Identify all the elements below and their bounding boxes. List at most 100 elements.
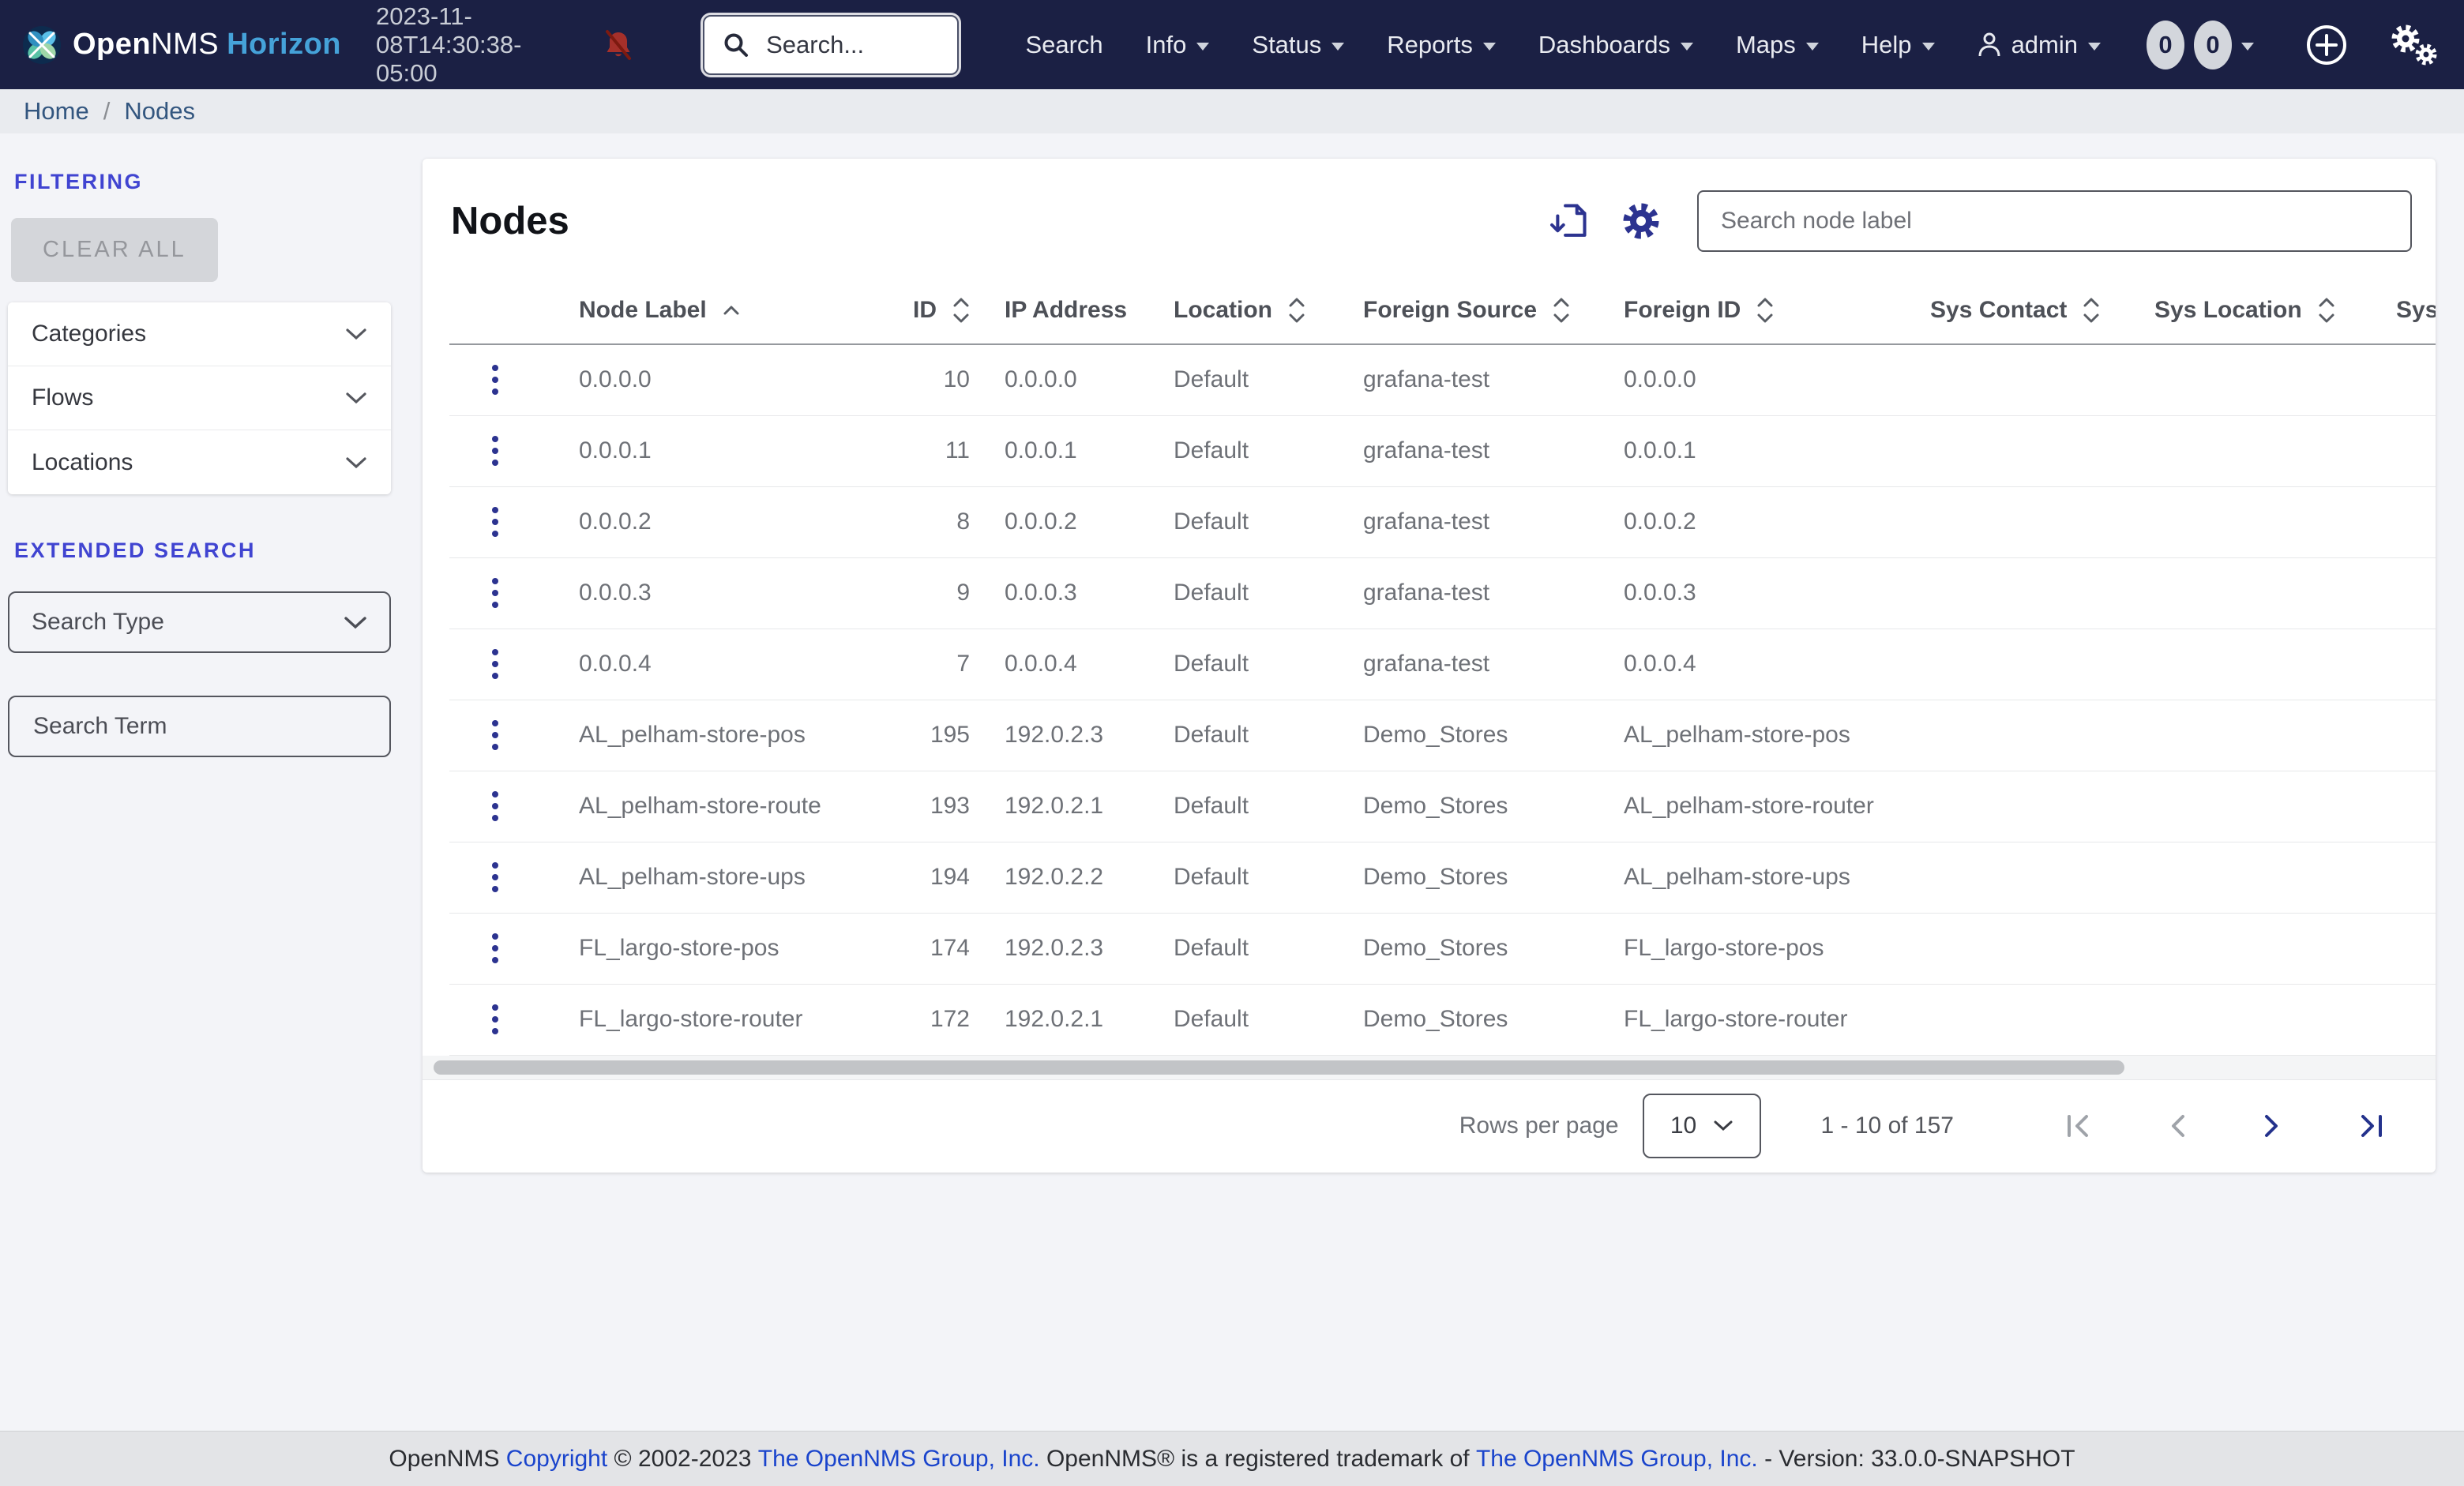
ip-address-link[interactable]: 0.0.0.1 [986,415,1155,487]
admin-gears-icon[interactable] [2383,20,2442,70]
menu-item-reports[interactable]: Reports [1387,31,1496,59]
caret-down-icon [1805,42,1819,51]
menu-item-help[interactable]: Help [1861,31,1935,59]
pagination-bar: Rows per page 10 1 - 10 of 157 [423,1079,2436,1173]
column-header-sys-contact[interactable]: Sys Contact [1911,274,2135,345]
menu-item-status[interactable]: Status [1252,31,1345,59]
column-header-sys-description[interactable]: Sys Description [2377,274,2436,345]
ip-address-link[interactable]: 192.0.2.3 [986,913,1155,985]
column-header-node-label[interactable]: Node Label [560,274,821,345]
download-icon[interactable] [1549,201,1590,242]
accordion-flows[interactable]: Flows [8,366,391,430]
status-badge-0[interactable]: 0 [2147,20,2184,69]
kebab-menu-icon[interactable] [492,436,500,466]
table-settings-gear-icon[interactable] [1620,200,1662,242]
clear-all-button[interactable]: CLEAR ALL [11,218,218,282]
node-id-link[interactable]: 8 [821,486,986,558]
status-badge-1[interactable]: 0 [2194,20,2232,69]
row-actions-cell [449,344,560,416]
search-type-select[interactable]: Search Type [8,591,391,653]
node-label-link[interactable]: FL_largo-store-pos [560,913,821,985]
footer-link[interactable]: Copyright [506,1446,607,1473]
node-label-link[interactable]: 0.0.0.0 [560,344,821,416]
column-header-location[interactable]: Location [1155,274,1344,345]
kebab-menu-icon[interactable] [492,1004,500,1034]
node-id-link[interactable]: 10 [821,344,986,416]
breadcrumb-home[interactable]: Home [24,97,89,126]
menu-item-dashboards[interactable]: Dashboards [1538,31,1693,59]
ip-address-link[interactable]: 0.0.0.0 [986,344,1155,416]
notifications-off-icon[interactable] [602,28,635,62]
node-label-link[interactable]: AL_pelham-store-ups [560,842,821,914]
nodes-card-header: Nodes [423,159,2436,274]
kebab-menu-icon[interactable] [492,933,500,963]
accordion-categories[interactable]: Categories [8,302,391,366]
ip-address-link[interactable]: 0.0.0.4 [986,629,1155,700]
ip-address-link[interactable]: 0.0.0.2 [986,486,1155,558]
sort-icon [953,298,969,323]
column-header-sys-location[interactable]: Sys Location [2135,274,2377,345]
node-label-link[interactable]: AL_pelham-store-router [560,771,821,842]
node-label-link[interactable]: 0.0.0.3 [560,557,821,629]
last-page-button[interactable] [2357,1110,2385,1142]
opennms-logo[interactable]: OpenNMS Horizon [22,25,341,65]
ip-address-link[interactable]: 192.0.2.3 [986,700,1155,771]
kebab-menu-icon[interactable] [492,720,500,750]
column-header-foreign-source[interactable]: Foreign Source [1344,274,1605,345]
node-id-link[interactable]: 7 [821,629,986,700]
global-search-input[interactable] [764,29,941,60]
ip-address-link[interactable]: 192.0.2.1 [986,771,1155,842]
footer-link[interactable]: The OpenNMS Group, Inc. [758,1446,1040,1473]
sys-location-cell [2135,700,2377,771]
quick-add-icon[interactable] [2304,23,2349,67]
kebab-menu-icon[interactable] [492,365,500,396]
node-id-link[interactable]: 9 [821,557,986,629]
caret-down-icon[interactable] [2241,42,2254,51]
node-id-link[interactable]: 11 [821,415,986,487]
sys-contact-cell [1911,984,2135,1056]
node-id-link[interactable]: 174 [821,913,986,985]
person-icon [1978,32,2000,56]
first-page-button[interactable] [2064,1110,2093,1142]
menu-item-search[interactable]: Search [1025,31,1102,59]
node-label-search-input[interactable] [1719,207,2390,235]
menu-item-maps[interactable]: Maps [1736,31,1819,59]
chevron-down-icon [344,616,367,629]
horizontal-scrollbar-thumb[interactable] [434,1060,2125,1075]
node-label-link[interactable]: 0.0.0.1 [560,415,821,487]
ip-address-link[interactable]: 0.0.0.3 [986,557,1155,629]
global-search [703,14,960,75]
node-id-link[interactable]: 193 [821,771,986,842]
page-size-select[interactable]: 10 [1642,1094,1761,1158]
previous-page-button[interactable] [2167,1110,2188,1142]
breadcrumb-nodes[interactable]: Nodes [124,97,195,126]
node-label-link[interactable]: AL_pelham-store-pos [560,700,821,771]
kebab-menu-icon[interactable] [492,791,500,821]
filter-sidebar: FILTERING CLEAR ALL Categories Flows Locat… [0,133,399,757]
ip-address-link[interactable]: 192.0.2.2 [986,842,1155,914]
node-id-link[interactable]: 172 [821,984,986,1056]
node-id-link[interactable]: 195 [821,700,986,771]
node-label-link[interactable]: FL_largo-store-router [560,984,821,1056]
kebab-menu-icon[interactable] [492,862,500,892]
column-header-ip-address[interactable]: IP Address [986,274,1155,345]
kebab-menu-icon[interactable] [492,507,500,537]
search-term-input[interactable] [32,712,367,741]
menu-item-info[interactable]: Info [1146,31,1210,59]
next-page-button[interactable] [2262,1110,2282,1142]
accordion-locations[interactable]: Locations [8,430,391,494]
ip-address-link[interactable]: 192.0.2.1 [986,984,1155,1056]
column-header-foreign-id[interactable]: Foreign ID [1605,274,1911,345]
footer-link[interactable]: The OpenNMS Group, Inc. [1476,1446,1758,1473]
location-cell: Default [1155,700,1344,771]
node-label-link[interactable]: 0.0.0.2 [560,486,821,558]
menu-item-admin[interactable]: admin [1978,31,2101,59]
location-cell: Default [1155,557,1344,629]
node-id-link[interactable]: 194 [821,842,986,914]
foreign-source-cell: Demo_Stores [1344,913,1605,985]
kebab-menu-icon[interactable] [492,578,500,608]
column-header-id[interactable]: ID [821,274,986,345]
node-label-link[interactable]: 0.0.0.4 [560,629,821,700]
page-size-value: 10 [1670,1113,1697,1139]
kebab-menu-icon[interactable] [492,649,500,679]
